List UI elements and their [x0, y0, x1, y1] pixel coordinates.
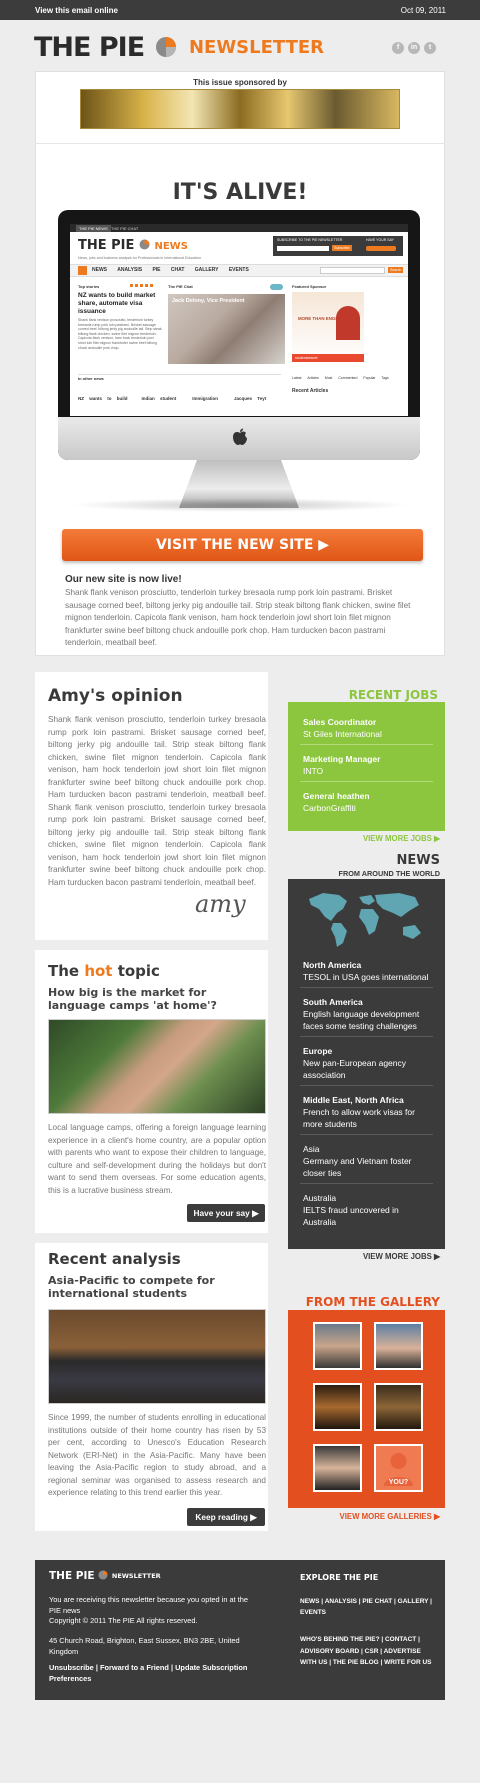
logo-text: THE PIE [34, 32, 145, 63]
news-item[interactable]: Asia Germany and Vietnam foster closer ti… [303, 1143, 433, 1179]
hot-topic-photo[interactable] [48, 1019, 266, 1114]
gallery-thumb[interactable] [313, 1322, 362, 1370]
screen-recent-articles: Recent Articles [292, 388, 329, 394]
news-box: North America TESOL in USA goes internati… [288, 879, 445, 1249]
screen-search-btn: Search [388, 267, 404, 273]
screen-logo: THE PIE NEWS [78, 238, 188, 253]
explore-links-more[interactable]: WHO'S BEHIND THE PIE? | CONTACT | ADVISO… [300, 1634, 435, 1669]
pie-chart-icon [139, 239, 150, 250]
screen-top-stories: Top stories [78, 284, 100, 289]
linkedin-icon[interactable]: in [408, 42, 420, 54]
screen-logo-news: NEWS [154, 241, 188, 252]
pie-chart-icon [98, 1570, 108, 1580]
job-item[interactable]: Sales Coordinator St Giles International [303, 716, 382, 740]
opinion-text: Shank flank venison prosciutto, tenderlo… [48, 715, 266, 887]
screen-story-text: Shank flank venison prosciutto, tenderlo… [78, 318, 162, 350]
screen-subscribe-btn: Subscribe [332, 245, 352, 251]
keep-reading-button[interactable]: Keep reading ▶ [187, 1508, 265, 1526]
screen-have-your-say: HAVE YOUR SAY [366, 238, 395, 242]
news-item[interactable]: North America TESOL in USA goes internati… [303, 959, 433, 983]
hero-title: IT'S ALIVE! [172, 180, 308, 205]
screen-ad-logo: studentstravel [292, 354, 364, 362]
issue-date: Oct 09, 2011 [400, 6, 446, 15]
news-subtitle: FROM AROUND THE WORLD [338, 869, 440, 878]
new-site-title: Our new site is now live! [65, 574, 182, 585]
screen-tab-news: THE PIE NEWS [76, 225, 111, 232]
analysis-photo[interactable] [48, 1309, 266, 1404]
screen-chat-photo [168, 294, 285, 364]
screen-tab-chat: THE PIE CHAT [111, 226, 139, 231]
screen-sponsor-ad: MORE THAN ENGLISH studentstravel [292, 292, 364, 362]
gallery-title: FROM THE GALLERY [305, 1295, 440, 1309]
footer-address: 45 Church Road, Brighton, East Sussex, B… [49, 1636, 240, 1656]
website-screenshot[interactable]: THE PIE NEWS THE PIE CHAT THE PIE NEWS N… [70, 224, 408, 416]
pie-logo[interactable]: THE PIE NEWSLETTER [34, 32, 324, 63]
view-more-news-link[interactable]: VIEW MORE JOBS ▶ [288, 1252, 440, 1261]
jobs-title: RECENT JOBS [348, 688, 438, 702]
screen-featured: Featured Sponsor [292, 284, 327, 289]
apple-logo-icon [233, 428, 247, 445]
top-bar: View this email online Oct 09, 2011 [0, 0, 480, 20]
news-item[interactable]: Europe New pan-European agency associatio… [303, 1045, 433, 1081]
view-more-galleries-link[interactable]: VIEW MORE GALLERIES ▶ [288, 1512, 440, 1521]
footer-links[interactable]: Unsubscribe | Forward to a Friend | Upda… [49, 1663, 249, 1684]
footer-logo[interactable]: THE PIE NEWSLETTER [49, 1570, 161, 1582]
imac-shadow [70, 498, 410, 512]
screen-chat-caption: Jack Delony, Vice President [172, 298, 245, 304]
screen-nav: NEWS ANALYSIS PIE CHAT GALLERY EVENTS [92, 267, 249, 273]
you-label: YOU? [388, 1479, 409, 1486]
visit-site-button[interactable]: VISIT THE NEW SITE ▶ [62, 529, 423, 561]
hot-topic-subtitle: How big is the market for language camps… [48, 986, 217, 1012]
footer-reason: You are receiving this newsletter becaus… [49, 1595, 248, 1615]
gallery-thumb-you[interactable]: YOU? [374, 1444, 423, 1492]
footer: THE PIE NEWSLETTER You are receiving thi… [35, 1560, 445, 1700]
analysis-subtitle: Asia-Pacific to compete for internationa… [48, 1274, 215, 1300]
screen-logo-text: THE PIE [78, 238, 135, 253]
explore-title: EXPLORE THE PIE [300, 1573, 379, 1582]
news-item[interactable]: South America English language developmen… [303, 996, 433, 1032]
screen-pie-chat: The PIE Chat [168, 284, 193, 289]
gallery-box: YOU? [288, 1310, 445, 1508]
screen-story-title: NZ wants to build market share, automate… [78, 292, 156, 315]
divider [35, 143, 445, 144]
new-site-section: Our new site is now live! Shank flank ve… [65, 574, 423, 650]
analysis-text: Since 1999, the number of students enrol… [48, 1413, 266, 1497]
sponsor-label: This issue sponsored by [193, 78, 287, 87]
explore-links-main[interactable]: NEWS | ANALYSIS | PIE CHAT | GALLERY | E… [300, 1597, 435, 1618]
gallery-thumb[interactable] [313, 1383, 362, 1431]
twitter-icon[interactable]: t [424, 42, 436, 54]
facebook-icon[interactable]: f [392, 42, 404, 54]
screen-other-news: In other news [78, 376, 104, 381]
hot-topic-text: Local language camps, offering a foreign… [48, 1123, 266, 1195]
opinion-title: Amy's opinion [48, 686, 183, 706]
sponsor-banner[interactable] [80, 89, 400, 129]
world-map-icon [309, 893, 421, 947]
view-more-jobs-link[interactable]: VIEW MORE JOBS ▶ [288, 834, 440, 843]
pie-chart-icon [155, 37, 176, 57]
gallery-thumb[interactable] [374, 1383, 423, 1431]
job-item[interactable]: General heathen CarbonGraffiti [303, 790, 370, 814]
screen-subscribe-label: SUBSCRIBE TO THE PIE NEWSLETTER [277, 238, 343, 242]
new-site-text: Shank flank venison prosciutto, tenderlo… [65, 588, 411, 647]
screen-home-icon [78, 266, 87, 275]
gallery-thumb[interactable] [374, 1322, 423, 1370]
job-item[interactable]: Marketing Manager INTO [303, 753, 380, 777]
news-item[interactable]: Middle East, North Africa French to allow… [303, 1094, 433, 1130]
gallery-thumb[interactable] [313, 1444, 362, 1492]
signature: amy [195, 890, 246, 918]
news-item[interactable]: Australia IELTS fraud uncovered in Austra… [303, 1192, 433, 1228]
screen-other-items: NZ wants to build Indian student Immigrati… [78, 396, 267, 401]
analysis-title: Recent analysis [48, 1250, 181, 1268]
news-title: NEWS [396, 853, 440, 868]
arrow-right-icon: ▶ [318, 537, 330, 553]
visit-site-label: VISIT THE NEW SITE [155, 537, 314, 553]
screen-latest-tabs: Latest Articles Most Commented Popular T… [292, 376, 389, 380]
newsletter-label: NEWSLETTER [188, 37, 325, 58]
view-online-link[interactable]: View this email online [35, 6, 118, 15]
screen-tagline: News, jobs and business analysis for Pro… [78, 256, 202, 260]
have-your-say-button[interactable]: Have your say ▶ [187, 1204, 265, 1222]
footer-copyright: Copyright © 2011 The PIE All rights rese… [49, 1616, 198, 1625]
jobs-box: Sales Coordinator St Giles International … [288, 702, 445, 831]
hot-topic-title: The hot topic [48, 962, 160, 980]
